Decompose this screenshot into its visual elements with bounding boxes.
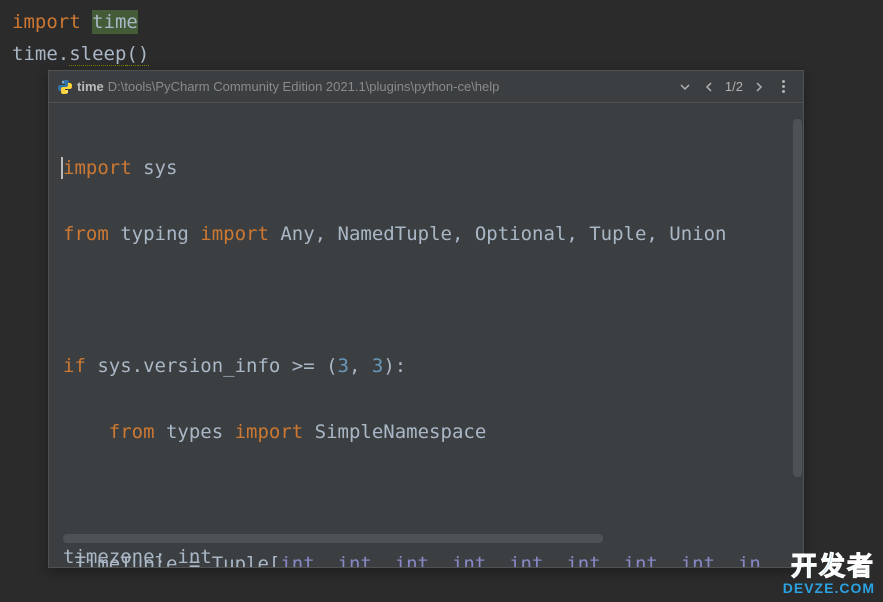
watermark: 开发者 DEVZE.COM	[783, 552, 875, 596]
path-dropdown[interactable]	[673, 75, 697, 99]
module-title: time	[73, 79, 108, 94]
object-ref: time	[12, 43, 58, 65]
documentation-body[interactable]: import sys from typing import Any, Named…	[49, 103, 803, 567]
quick-documentation-popup[interactable]: time D:\tools\PyCharm Community Edition …	[48, 70, 804, 568]
function-call: sleep	[69, 43, 126, 66]
code-line: if sys.version_info >= (3, 3):	[63, 350, 793, 383]
module-name: time	[92, 10, 138, 34]
page-counter: 1/2	[721, 79, 747, 94]
code-line	[63, 284, 793, 317]
prev-button[interactable]	[697, 75, 721, 99]
code-line: import sys	[63, 152, 793, 185]
module-path: D:\tools\PyCharm Community Edition 2021.…	[108, 79, 673, 94]
horizontal-scrollbar[interactable]	[63, 534, 603, 543]
popup-header: time D:\tools\PyCharm Community Edition …	[49, 71, 803, 103]
code-editor[interactable]: import time time.sleep()	[0, 0, 883, 76]
more-options-button[interactable]	[771, 75, 795, 99]
code-line: from typing import Any, NamedTuple, Opti…	[63, 218, 793, 251]
code-line: import time	[12, 6, 871, 38]
watermark-english: DEVZE.COM	[783, 581, 875, 596]
watermark-chinese: 开发者	[783, 552, 875, 581]
next-button[interactable]	[747, 75, 771, 99]
truncated-line: timezone: int	[63, 547, 212, 567]
code-line	[63, 482, 793, 515]
keyword-import: import	[12, 11, 81, 33]
code-line: from types import SimpleNamespace	[63, 416, 793, 449]
vertical-scrollbar[interactable]	[793, 119, 802, 477]
code-line: time.sleep()	[12, 38, 871, 70]
python-file-icon	[57, 79, 73, 95]
